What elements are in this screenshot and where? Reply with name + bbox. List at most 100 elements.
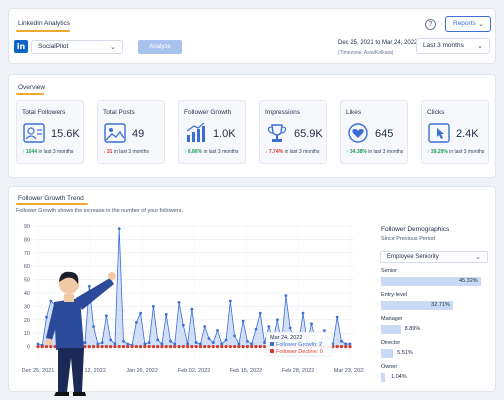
demographics-row-value: 5.51% [397,350,413,356]
decline-point [143,345,147,349]
demographics-row-value: 8.89% [404,326,421,332]
click-icon [428,123,450,143]
trophy-icon [267,124,287,142]
decline-point [344,345,348,349]
metric-change-value: 34.38% [349,149,367,155]
growth-point [322,329,326,332]
chevron-down-icon: ⌄ [110,43,116,51]
metric-change: ↓ 7.74% in last 3 months [265,149,320,155]
metric-value: 645 [375,128,394,140]
metric-change-suffix: in last 3 months [113,149,149,155]
metric-card[interactable]: Follower Growth 1.0K ↑ 6.86% in last 3 mon… [178,100,246,164]
growth-point [117,227,121,231]
period-select[interactable]: Last 3 months ⌄ [416,38,490,54]
metric-change-value: 6.86% [187,149,203,155]
decline-point [198,345,203,349]
overview-title: Overview [18,84,46,91]
growth-point [164,313,168,316]
growth-point [156,338,160,342]
growth-point [284,294,288,298]
period-label: Last 3 months [423,42,464,49]
growth-point [186,342,189,346]
timezone-label: (Timezone: Asia/Kolkata) [338,50,394,56]
metric-change-value: 7.74% [268,149,284,155]
metric-card[interactable]: Likes 645 ↑ 34.38% in last 3 months [340,100,408,164]
growth-icon [186,123,205,142]
growth-point [194,341,198,344]
growth-point [207,337,211,340]
account-select[interactable]: SocialPilot ⌄ [31,40,123,54]
demographics-row-value: 32.71% [431,302,450,308]
trend-subtitle: Follower Growth shows the increase in th… [16,208,183,214]
y-tick-label: 60 [24,264,30,270]
demographics-row-label: Owner [381,364,398,370]
growth-point [151,305,155,308]
metric-card[interactable]: Impressions 65.9K ↓ 7.74% in last 3 months [259,100,327,164]
y-tick-label: 20 [24,318,30,324]
decline-point [215,345,220,349]
decline-point [121,345,126,349]
growth-point [344,342,348,346]
tooltip-swatch-decline [270,349,274,353]
metric-value: 15.6K [51,128,80,140]
x-tick-label: Feb 02, 2022 [178,368,210,374]
decline-point [228,345,232,349]
metric-change-suffix: in last 3 months [284,149,320,155]
metric-value: 2.4K [456,128,479,140]
growth-point [211,341,215,344]
metric-change-value: 39.29% [430,149,448,155]
decline-point [258,345,262,349]
chevron-down-icon: ⌄ [478,20,484,28]
decline-point [164,345,168,349]
metric-label: Total Followers [22,109,66,116]
decline-point [339,345,344,349]
help-icon[interactable]: ? [425,19,436,30]
metric-change: ↑ 39.29% in last 3 months [427,149,484,155]
growth-point [275,318,279,322]
followers-icon [23,123,45,143]
header-card [8,8,496,64]
demographics-title: Follower Demographics [381,226,450,233]
growth-point [216,329,219,332]
growth-point [241,319,245,323]
demographics-row-value: 45.32% [459,278,478,284]
demographics-row-label: Director [381,340,401,346]
metric-value: 49 [132,128,145,140]
chevron-down-icon: ⌄ [475,253,481,261]
growth-point [254,327,258,331]
metric-card[interactable]: Total Followers 15.6K ↑ 1044 in last 3 mon… [16,100,84,164]
metric-change-suffix: in last 3 months [449,149,485,155]
x-tick-label: Mar 23, 2022 [334,368,364,374]
reports-button[interactable]: Reports ⌄ [445,16,491,32]
demographics-select[interactable]: Employee Seniority ⌄ [380,251,488,263]
growth-point [169,339,172,343]
y-tick-label: 40 [24,291,30,297]
decline-point [168,345,173,349]
metric-change-suffix: in last 3 months [38,149,74,155]
image-icon [104,123,126,143]
metric-card[interactable]: Total Posts 49 ↓ 31 in last 3 months [97,100,165,164]
analyze-button[interactable]: Analyze [138,40,182,54]
decline-point [194,345,198,349]
decline-point [245,345,250,349]
metric-change-value: 31 [106,149,113,155]
growth-point [143,342,147,346]
growth-point [190,307,194,311]
demographics-row-bar [381,373,385,382]
metric-card[interactable]: Clicks 2.4K ↑ 39.29% in last 3 months [421,100,489,164]
decline-point [138,345,143,349]
growth-point [246,339,249,343]
growth-point [263,341,266,344]
metric-change: ↑ 6.86% in last 3 months [184,149,239,155]
metric-change-suffix: in last 3 months [203,149,239,155]
growth-point [134,321,138,324]
decline-point [173,345,177,349]
overview-underline [16,93,44,95]
growth-point [267,325,271,328]
metric-label: Likes [346,109,362,116]
chevron-down-icon: ⌄ [477,42,483,50]
growth-point [160,342,164,346]
growth-point [203,325,207,328]
person-illustration [45,271,116,396]
growth-point [250,342,254,346]
